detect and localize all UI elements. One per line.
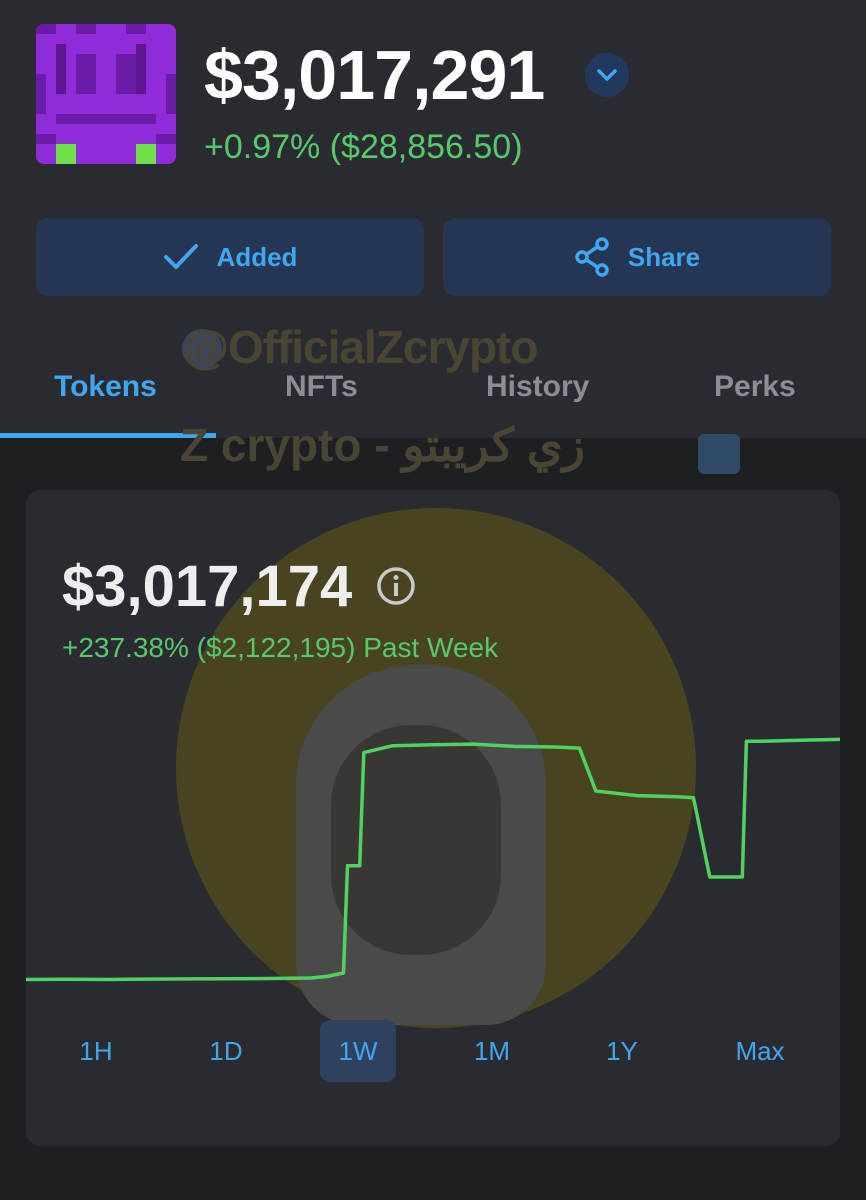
- range-1w[interactable]: 1W: [320, 1020, 396, 1082]
- twitter-watermark-icon: [698, 434, 740, 474]
- range-1h[interactable]: 1H: [56, 1020, 136, 1082]
- portfolio-change: +237.38% ($2,122,195) Past Week: [62, 632, 499, 663]
- portfolio-chart-card: $3,017,174 +237.38% ($2,122,195) Past We…: [26, 490, 840, 1146]
- range-max[interactable]: Max: [720, 1020, 800, 1082]
- pixel-avatar-icon: [36, 24, 176, 164]
- share-button-label: Share: [627, 241, 701, 272]
- share-button[interactable]: Share: [443, 218, 831, 296]
- tab-nfts[interactable]: NFTs: [285, 370, 358, 404]
- total-balance: $3,017,291: [204, 36, 545, 114]
- watermark-brand: Z crypto - زي كريبتو: [180, 419, 585, 471]
- tab-history[interactable]: History: [486, 370, 589, 404]
- tab-tokens[interactable]: Tokens: [54, 370, 157, 404]
- info-icon[interactable]: [376, 566, 416, 606]
- added-button-label: Added: [216, 241, 298, 272]
- added-button[interactable]: Added: [36, 218, 424, 296]
- balance-dropdown-button[interactable]: [585, 53, 629, 97]
- share-icon: [575, 237, 609, 277]
- range-1d[interactable]: 1D: [186, 1020, 266, 1082]
- tab-perks[interactable]: Perks: [714, 370, 796, 404]
- range-1y[interactable]: 1Y: [582, 1020, 662, 1082]
- avatar[interactable]: [36, 24, 176, 164]
- time-range-selector: 1H 1D 1W 1M 1Y Max: [26, 1020, 840, 1086]
- portfolio-line-chart: [26, 737, 840, 982]
- balance-change: +0.97% ($28,856.50): [204, 128, 523, 166]
- wallet-header: $3,017,291 +0.97% ($28,856.50) Added Sha…: [0, 0, 866, 438]
- chart-series-line: [26, 737, 840, 982]
- check-icon: [163, 244, 198, 269]
- portfolio-value: $3,017,174: [62, 554, 353, 619]
- range-1m[interactable]: 1M: [452, 1020, 532, 1082]
- chevron-down-icon: [597, 69, 617, 81]
